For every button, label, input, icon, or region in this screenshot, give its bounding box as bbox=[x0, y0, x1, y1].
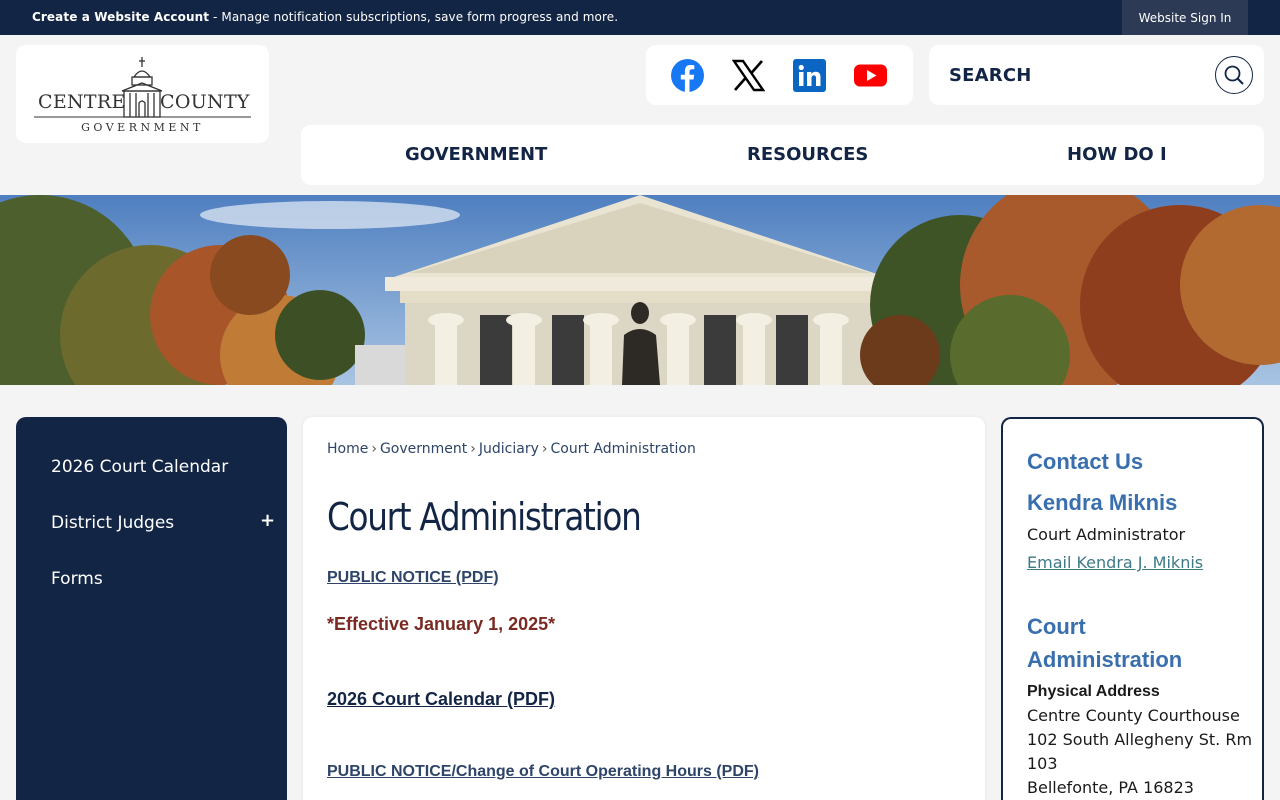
nav-how-do-i[interactable]: HOW DO I bbox=[1067, 144, 1167, 165]
hero-banner-image bbox=[0, 195, 1280, 385]
nav-resources[interactable]: RESOURCES bbox=[747, 144, 868, 165]
breadcrumb-separator: › bbox=[371, 441, 377, 457]
create-account-description: - Manage notification subscriptions, sav… bbox=[209, 10, 619, 24]
top-notification-bar: Create a Website Account - Manage notifi… bbox=[0, 0, 1280, 35]
department-heading-line2: Administration bbox=[1027, 647, 1183, 672]
centre-county-logo[interactable]: CENTRE COUNTY GOVERNMENT bbox=[16, 45, 269, 143]
address-line-4: Bellefonte, PA 16823 bbox=[1027, 778, 1194, 797]
logo-word-government: GOVERNMENT bbox=[81, 121, 204, 134]
main-navigation: GOVERNMENT RESOURCES HOW DO I bbox=[301, 125, 1264, 185]
department-heading-line1: Court bbox=[1027, 614, 1086, 639]
breadcrumb-separator: › bbox=[470, 441, 476, 457]
search-button[interactable] bbox=[1215, 56, 1253, 94]
create-account-link[interactable]: Create a Website Account bbox=[32, 10, 209, 24]
sidebar-navigation: 2026 Court Calendar District Judges + Fo… bbox=[16, 417, 287, 800]
search-input[interactable]: SEARCH bbox=[949, 65, 1032, 86]
linkedin-icon[interactable] bbox=[793, 59, 826, 92]
nav-government[interactable]: GOVERNMENT bbox=[405, 144, 547, 165]
social-links bbox=[646, 45, 913, 105]
sidebar-item-2026-court-calendar[interactable]: 2026 Court Calendar bbox=[51, 457, 228, 477]
logo-word-centre: CENTRE bbox=[38, 91, 126, 113]
contact-email-link[interactable]: Email Kendra J. Miknis bbox=[1027, 553, 1203, 572]
facebook-icon[interactable] bbox=[671, 59, 704, 92]
breadcrumb-judiciary[interactable]: Judiciary bbox=[479, 441, 539, 457]
address-line-1: Centre County Courthouse bbox=[1027, 706, 1240, 725]
breadcrumb-home[interactable]: Home bbox=[327, 441, 368, 457]
logo-word-county: COUNTY bbox=[160, 91, 250, 113]
create-account-message[interactable]: Create a Website Account - Manage notifi… bbox=[32, 10, 618, 24]
sidebar-item-district-judges[interactable]: District Judges bbox=[51, 513, 174, 533]
contact-us-heading: Contact Us bbox=[1027, 449, 1144, 474]
effective-date-notice: *Effective January 1, 2025* bbox=[327, 614, 556, 634]
breadcrumb-current-page[interactable]: Court Administration bbox=[550, 441, 695, 457]
contact-role: Court Administrator bbox=[1027, 525, 1186, 544]
main-content: Home › Government › Judiciary › Court Administ… bbox=[303, 417, 985, 800]
court-calendar-pdf-link[interactable]: 2026 Court Calendar (PDF) bbox=[327, 689, 555, 710]
operating-hours-notice-link[interactable]: PUBLIC NOTICE/Change of Court Operating … bbox=[327, 763, 759, 781]
x-twitter-icon[interactable] bbox=[731, 59, 766, 92]
public-notice-pdf-link[interactable]: PUBLIC NOTICE (PDF) bbox=[327, 569, 499, 587]
contact-us-panel: Contact Us Kendra Miknis Court Administr… bbox=[1001, 417, 1264, 800]
breadcrumb-government[interactable]: Government bbox=[380, 441, 467, 457]
site-search: SEARCH bbox=[929, 45, 1264, 105]
physical-address-label: Physical Address bbox=[1027, 683, 1160, 700]
search-icon bbox=[1224, 65, 1244, 85]
website-sign-in-button[interactable]: Website Sign In bbox=[1122, 0, 1248, 35]
contact-name: Kendra Miknis bbox=[1027, 490, 1178, 515]
youtube-icon[interactable] bbox=[854, 59, 887, 92]
page-title: Court Administration bbox=[327, 495, 642, 539]
address-line-2: 102 South Allegheny St. Rm bbox=[1027, 730, 1253, 749]
sidebar-item-forms[interactable]: Forms bbox=[51, 569, 103, 589]
breadcrumb-separator: › bbox=[541, 441, 548, 457]
address-line-3: 103 bbox=[1027, 754, 1058, 773]
breadcrumb: Home › Government › Judiciary › Court Administ… bbox=[327, 441, 696, 457]
expand-district-judges-icon[interactable]: + bbox=[260, 510, 275, 531]
